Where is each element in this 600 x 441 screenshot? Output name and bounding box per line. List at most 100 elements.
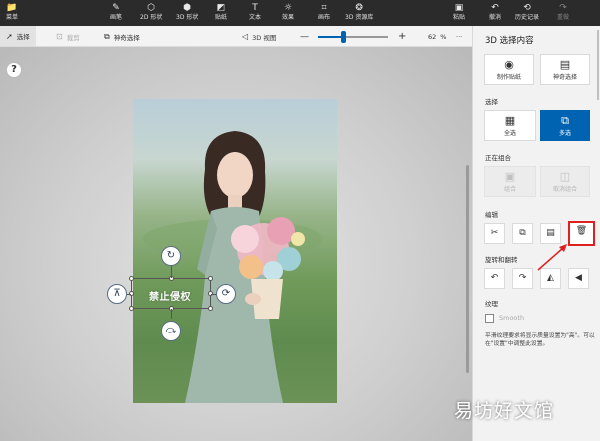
rotate-right-icon: ↷ bbox=[518, 273, 527, 283]
section-edit-label: 编辑 bbox=[485, 211, 498, 219]
rotate-connector-top bbox=[171, 266, 172, 278]
stickers-button[interactable]: ◩ 贴纸 bbox=[215, 2, 227, 24]
annotation-arrow bbox=[537, 244, 567, 271]
rotate-x-icon: ⤼ bbox=[165, 325, 177, 336]
group-icon: ▣ bbox=[504, 170, 516, 183]
redo-icon: ↷ bbox=[559, 3, 567, 13]
rotate-left-icon: ↶ bbox=[490, 273, 499, 283]
3d-shape-icon: ⬢ bbox=[183, 3, 192, 13]
flip-horizontal-button[interactable]: ◀ bbox=[568, 268, 589, 289]
ungroup-icon: ◫ bbox=[559, 170, 571, 183]
menu-icon: 📁 bbox=[6, 3, 18, 13]
zoom-slider[interactable] bbox=[318, 31, 388, 43]
watermark-text: 易坊好文馆 bbox=[454, 400, 555, 422]
depth-control[interactable]: ⊼ bbox=[107, 284, 127, 304]
ungroup-button[interactable]: ◫ 取消组合 bbox=[540, 166, 590, 197]
canvas-area[interactable]: ? ↻ ⊼ ⟳ ⤼ bbox=[0, 47, 472, 441]
multi-select-button[interactable]: ⧉ 多选 bbox=[540, 110, 590, 141]
rotate-connector-bottom bbox=[171, 309, 172, 319]
cursor-icon: ➚ bbox=[6, 31, 13, 41]
rotate-left-button[interactable]: ↶ bbox=[484, 268, 505, 289]
magic-select-icon: ⧉ bbox=[104, 31, 110, 41]
resize-handle-bottom-left[interactable] bbox=[129, 306, 134, 311]
magic-select-icon: ▤ bbox=[559, 58, 571, 71]
tool-options-bar: ➚ 选择 ⊡ 裁剪 ⧉ 神奇选择 ◁ 3D 视图 — + 62% ··· bbox=[0, 26, 472, 47]
paste-icon: ▤ bbox=[546, 228, 555, 238]
section-rotate-label: 旋转和翻转 bbox=[485, 256, 518, 264]
smooth-checkbox[interactable] bbox=[485, 314, 494, 323]
delete-button[interactable]: 🗑 bbox=[568, 221, 595, 246]
trash-icon: 🗑 bbox=[575, 226, 588, 236]
3d-select-panel: 3D 选择内容 ◉ 制作贴纸 ▤ 神奇选择 选择 ▦ 全选 ⧉ 多选 正在组合 … bbox=[472, 26, 600, 441]
zoom-slider-fill bbox=[318, 36, 343, 38]
sticker-icon: ◩ bbox=[216, 3, 226, 13]
canvas-icon: ⌗ bbox=[321, 3, 327, 13]
3d-view-icon: ◁ bbox=[242, 32, 249, 41]
copy-icon: ⧉ bbox=[519, 228, 526, 238]
texture-description: 平滑纹理要求将显示质量设置为"高"。可以在"设置"中调整此设置。 bbox=[485, 333, 595, 347]
effects-icon: ☼ bbox=[283, 3, 293, 13]
sticker-text[interactable]: 禁止侵权 bbox=[149, 288, 191, 303]
canvas-button[interactable]: ⌗ 画布 bbox=[318, 2, 330, 24]
history-icon: ⟲ bbox=[523, 3, 531, 13]
group-button[interactable]: ▣ 组合 bbox=[484, 166, 536, 197]
history-button[interactable]: ⟲ 历史记录 bbox=[515, 2, 539, 24]
zoom-in-button[interactable]: + bbox=[398, 30, 406, 43]
effects-button[interactable]: ☼ 效果 bbox=[282, 2, 294, 24]
section-select-label: 选择 bbox=[485, 98, 498, 106]
select-tool-button[interactable]: ➚ 选择 bbox=[0, 26, 36, 46]
more-options-button[interactable]: ··· bbox=[456, 30, 462, 43]
text-button[interactable]: T 文本 bbox=[249, 2, 261, 24]
flip-vertical-icon: ◭ bbox=[547, 273, 554, 283]
section-texture-label: 纹理 bbox=[485, 300, 498, 308]
make-sticker-button[interactable]: ◉ 制作贴纸 bbox=[484, 54, 534, 85]
zoom-readout: 62% bbox=[428, 32, 447, 41]
help-button[interactable]: ? bbox=[6, 62, 22, 78]
2d-shapes-button[interactable]: ⬡ 2D 形状 bbox=[140, 2, 162, 24]
paste-panel-button[interactable]: ▤ bbox=[540, 223, 561, 244]
resize-handle-top-left[interactable] bbox=[129, 276, 134, 281]
multi-select-icon: ⧉ bbox=[561, 114, 569, 127]
select-all-button[interactable]: ▦ 全选 bbox=[484, 110, 536, 141]
paste-button[interactable]: ▣ 粘贴 bbox=[453, 2, 465, 24]
plus-icon: + bbox=[398, 31, 407, 42]
copy-button[interactable]: ⧉ bbox=[512, 223, 533, 244]
3d-library-icon: ❂ bbox=[355, 3, 363, 13]
panel-title: 3D 选择内容 bbox=[485, 36, 534, 46]
make-sticker-icon: ◉ bbox=[504, 58, 514, 71]
cut-button[interactable]: ✂ bbox=[484, 223, 505, 244]
rotate-y-control[interactable]: ⟳ bbox=[216, 284, 236, 304]
minus-icon: — bbox=[300, 31, 309, 42]
3d-view-toggle[interactable]: ◁ 3D 视图 bbox=[242, 30, 276, 43]
flip-horizontal-icon: ◀ bbox=[575, 273, 582, 283]
cut-icon: ✂ bbox=[490, 228, 499, 238]
smooth-label: Smooth bbox=[499, 314, 525, 322]
crop-button[interactable]: ⊡ 裁剪 bbox=[56, 30, 80, 43]
undo-button[interactable]: ↶ 撤消 bbox=[489, 2, 501, 24]
main-toolbar: 📁 菜单 ✎ 画笔 ⬡ 2D 形状 ⬢ 3D 形状 ◩ 贴纸 T 文本 ☼ 效果… bbox=[0, 0, 600, 26]
panel-magic-select-button[interactable]: ▤ 神奇选择 bbox=[540, 54, 590, 85]
brush-button[interactable]: ✎ 画笔 bbox=[110, 2, 122, 24]
zoom-out-button[interactable]: — bbox=[300, 30, 309, 43]
zoom-slider-thumb[interactable] bbox=[340, 31, 346, 43]
rotate-y-icon: ⟳ bbox=[221, 288, 231, 299]
rotate-right-button[interactable]: ↷ bbox=[512, 268, 533, 289]
resize-handle-top-right[interactable] bbox=[208, 276, 213, 281]
resize-handle-bottom-right[interactable] bbox=[208, 306, 213, 311]
3d-library-button[interactable]: ❂ 3D 资源库 bbox=[345, 2, 373, 24]
text-icon: T bbox=[252, 3, 258, 13]
2d-shape-icon: ⬡ bbox=[147, 3, 156, 13]
3d-shapes-button[interactable]: ⬢ 3D 形状 bbox=[176, 2, 198, 24]
rotate-z-control[interactable]: ↻ bbox=[161, 246, 181, 266]
redo-button[interactable]: ↷ 重做 bbox=[557, 2, 569, 24]
depth-icon: ⊼ bbox=[113, 288, 121, 299]
select-all-icon: ▦ bbox=[504, 114, 516, 127]
menu-button[interactable]: 📁 菜单 bbox=[6, 2, 18, 24]
rotate-x-control[interactable]: ⤼ bbox=[161, 321, 181, 341]
canvas-vertical-scrollbar[interactable] bbox=[466, 165, 469, 373]
magic-select-button[interactable]: ⧉ 神奇选择 bbox=[104, 30, 140, 43]
undo-icon: ↶ bbox=[491, 3, 499, 13]
rotate-connector-left bbox=[127, 294, 131, 295]
panel-scrollbar[interactable] bbox=[597, 30, 599, 100]
rotate-z-icon: ↻ bbox=[166, 250, 176, 261]
